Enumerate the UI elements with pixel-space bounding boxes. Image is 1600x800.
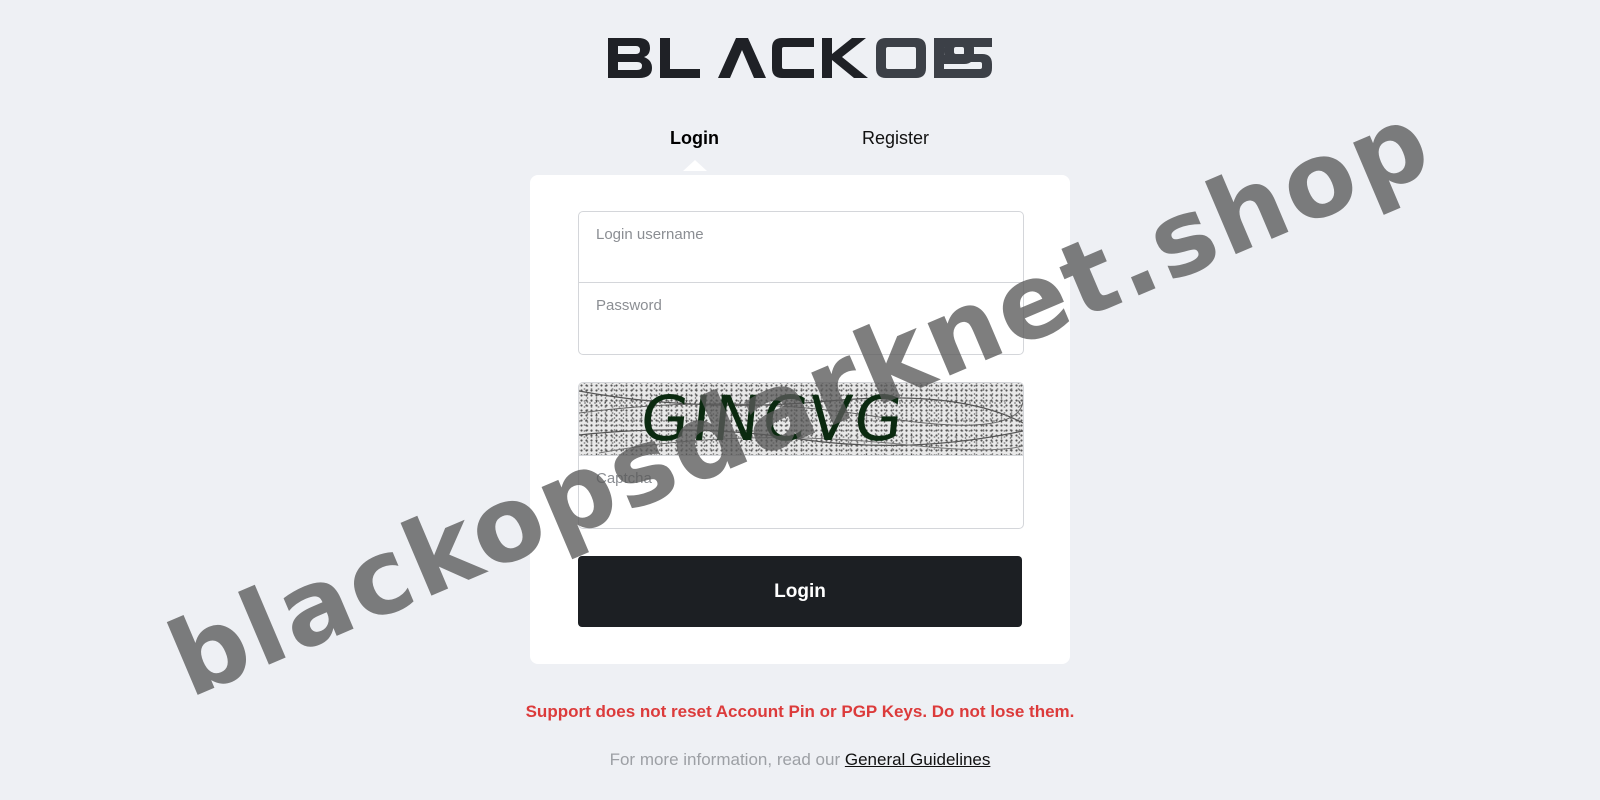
credentials-group: Login username Password [578, 211, 1024, 355]
tab-login[interactable]: Login [670, 128, 719, 149]
logo-s-letter [944, 38, 992, 78]
login-card: Login username Password GINCVG Captcha L… [530, 175, 1070, 664]
info-prefix: For more information, read our [609, 750, 845, 769]
username-input[interactable] [579, 212, 1023, 282]
active-tab-pointer [683, 160, 707, 171]
login-page: Login Register Login username Password G… [0, 0, 1600, 800]
captcha-text: GINCVG [637, 382, 910, 455]
username-field-wrapper: Login username [579, 212, 1023, 282]
captcha-field-wrapper: Captcha [579, 456, 1023, 528]
black-ops-logo [608, 38, 974, 78]
general-guidelines-link[interactable]: General Guidelines [845, 750, 991, 769]
info-message: For more information, read our General G… [0, 750, 1600, 770]
warning-message: Support does not reset Account Pin or PG… [525, 702, 1075, 721]
login-button[interactable]: Login [578, 556, 1022, 627]
password-input[interactable] [579, 283, 1023, 352]
captcha-input[interactable] [579, 456, 1023, 528]
captcha-group: GINCVG Captcha [578, 382, 1024, 529]
tab-register[interactable]: Register [862, 128, 929, 149]
password-field-wrapper: Password [579, 282, 1023, 352]
captcha-image: GINCVG [579, 383, 1023, 456]
auth-tabs: Login Register [0, 124, 1600, 174]
